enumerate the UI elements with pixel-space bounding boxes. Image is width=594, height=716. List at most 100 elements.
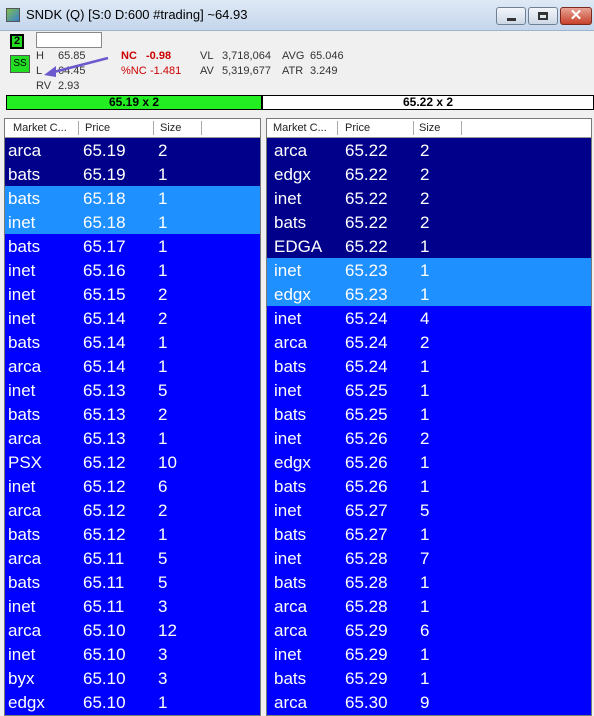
table-row[interactable]: inet 65.16 1 [5,258,260,282]
short-sale-badge[interactable]: SS [10,55,30,73]
ask-table[interactable]: Market C... Price Size arca 65.22 2 edgx 65.… [266,118,592,716]
column-divider[interactable] [413,121,414,135]
table-row[interactable]: inet 65.15 2 [5,282,260,306]
table-row[interactable]: bats 65.24 1 [267,354,591,378]
price-cell: 65.14 [83,309,126,328]
maximize-button[interactable] [528,7,558,25]
col-market-center[interactable]: Market C... [273,122,327,134]
table-row[interactable]: inet 65.27 5 [267,498,591,522]
table-row[interactable]: inet 65.12 6 [5,474,260,498]
table-row[interactable]: bats 65.19 1 [5,162,260,186]
col-price[interactable]: Price [85,122,110,134]
minimize-button[interactable] [496,7,526,25]
price-cell: 65.22 [345,189,388,208]
table-row[interactable]: bats 65.22 2 [267,210,591,234]
price-cell: 65.13 [83,405,126,424]
price-cell: 65.30 [345,693,388,712]
table-row[interactable]: byx 65.10 3 [5,666,260,690]
table-row[interactable]: bats 65.12 1 [5,522,260,546]
market-center-cell: arca [8,429,42,448]
column-divider[interactable] [461,121,462,135]
table-row[interactable]: arca 65.10 12 [5,618,260,642]
title-bar[interactable]: SNDK (Q) [S:0 D:600 #trading] ~64.93 ✕ [0,0,594,31]
table-row[interactable]: arca 65.14 1 [5,354,260,378]
market-center-cell: arca [274,597,308,616]
price-cell: 65.29 [345,645,388,664]
price-cell: 65.25 [345,405,388,424]
market-center-cell: arca [8,621,42,640]
size-cell: 1 [158,357,168,376]
table-row[interactable]: arca 65.29 6 [267,618,591,642]
table-row[interactable]: inet 65.29 1 [267,642,591,666]
table-row[interactable]: inet 65.26 2 [267,426,591,450]
table-row[interactable]: arca 65.30 9 [267,690,591,714]
table-row[interactable]: inet 65.14 2 [5,306,260,330]
table-row[interactable]: inet 65.23 1 [267,258,591,282]
table-row[interactable]: bats 65.28 1 [267,570,591,594]
col-price[interactable]: Price [345,122,370,134]
market-center-cell: inet [274,549,302,568]
market-center-cell: bats [274,357,307,376]
table-row[interactable]: inet 65.22 2 [267,186,591,210]
table-row[interactable]: bats 65.29 1 [267,666,591,690]
symbol-input[interactable] [36,32,102,48]
table-row[interactable]: arca 65.24 2 [267,330,591,354]
table-row[interactable]: arca 65.12 2 [5,498,260,522]
price-cell: 65.11 [83,573,125,592]
table-row[interactable]: edgx 65.22 2 [267,162,591,186]
table-row[interactable]: arca 65.19 2 [5,138,260,162]
market-center-cell: inet [8,285,36,304]
table-row[interactable]: arca 65.13 1 [5,426,260,450]
size-cell: 3 [158,645,168,664]
bid-table[interactable]: Market C... Price Size arca 65.19 2 bats 65.… [4,118,261,716]
column-divider[interactable] [201,121,202,135]
size-cell: 6 [420,621,430,640]
table-row[interactable]: arca 65.28 1 [267,594,591,618]
column-divider[interactable] [153,121,154,135]
table-row[interactable]: arca 65.22 2 [267,138,591,162]
size-cell: 1 [420,573,430,592]
table-row[interactable]: inet 65.11 3 [5,594,260,618]
table-row[interactable]: bats 65.14 1 [5,330,260,354]
col-size[interactable]: Size [419,122,440,134]
size-cell: 1 [158,525,168,544]
quote-summary: 2 SS H 65.85 L 64.45 RV 2.93 NC -0.98 %N… [0,31,594,93]
table-row[interactable]: inet 65.10 3 [5,642,260,666]
atr-label: ATR [282,65,304,77]
size-cell: 1 [420,285,430,304]
size-cell: 2 [420,333,430,352]
table-row[interactable]: bats 65.27 1 [267,522,591,546]
table-row[interactable]: bats 65.17 1 [5,234,260,258]
table-row[interactable]: PSX 65.12 10 [5,450,260,474]
rv-label: RV [36,80,52,92]
table-row[interactable]: inet 65.28 7 [267,546,591,570]
size-cell: 3 [158,597,168,616]
price-cell: 65.26 [345,453,388,472]
table-row[interactable]: inet 65.18 1 [5,210,260,234]
market-center-cell: arca [274,333,308,352]
table-row[interactable]: bats 65.25 1 [267,402,591,426]
table-row[interactable]: EDGA 65.22 1 [267,234,591,258]
table-row[interactable]: edgx 65.23 1 [267,282,591,306]
table-row[interactable]: bats 65.11 5 [5,570,260,594]
size-cell: 1 [158,429,168,448]
level-2-badge[interactable]: 2 [10,34,24,49]
table-row[interactable]: bats 65.18 1 [5,186,260,210]
price-cell: 65.25 [345,381,388,400]
table-row[interactable]: edgx 65.26 1 [267,450,591,474]
market-center-cell: arca [8,141,42,160]
table-row[interactable]: bats 65.26 1 [267,474,591,498]
market-center-cell: bats [8,525,41,544]
col-size[interactable]: Size [160,122,181,134]
table-row[interactable]: inet 65.13 5 [5,378,260,402]
table-row[interactable]: inet 65.24 4 [267,306,591,330]
column-divider[interactable] [337,121,338,135]
table-row[interactable]: inet 65.25 1 [267,378,591,402]
table-row[interactable]: arca 65.11 5 [5,546,260,570]
table-row[interactable]: edgx 65.10 1 [5,690,260,714]
column-divider[interactable] [78,121,79,135]
table-row[interactable]: bats 65.13 2 [5,402,260,426]
close-icon: ✕ [569,7,583,24]
col-market-center[interactable]: Market C... [13,122,67,134]
close-button[interactable]: ✕ [560,7,592,25]
